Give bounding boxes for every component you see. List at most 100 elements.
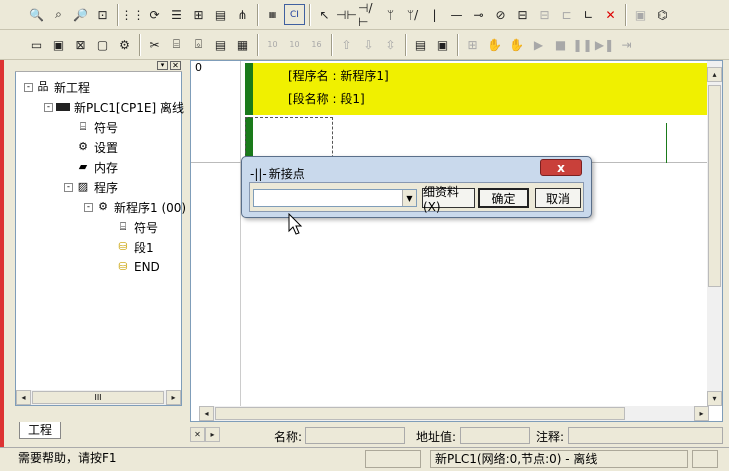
scroll-thumb[interactable]: III <box>32 391 164 404</box>
cancel-button[interactable]: 取消 <box>535 188 581 208</box>
ladder-editor[interactable]: 0 [程序名 : 新程序1] [段名称 : 段1] ▴ ▾ ◂ ▸ <box>190 60 723 422</box>
delete-line-icon[interactable]: ✕ <box>600 4 621 25</box>
toolbar-separator <box>117 3 119 26</box>
tab-project[interactable]: 工程 <box>19 422 62 439</box>
lr-icon[interactable]: ⊟ <box>534 4 555 25</box>
window-icon[interactable]: ▭ <box>26 34 47 55</box>
collapse-info-icon[interactable]: ✕ <box>190 427 205 442</box>
collapse-icon[interactable]: - <box>84 202 93 212</box>
program-check-icon[interactable]: ▣ <box>432 34 453 55</box>
settings-icon: ⚙ <box>78 140 88 153</box>
vscroll-thumb[interactable] <box>708 85 721 287</box>
collapse-icon[interactable]: - <box>44 102 53 112</box>
settings-icon[interactable]: ⚙ <box>114 34 135 55</box>
scroll-right-icon[interactable]: ▸ <box>694 406 709 421</box>
tree-node-program1[interactable]: - ⚙ 新程序1 (00) <box>84 198 186 216</box>
contact-address-combobox[interactable]: ▼ <box>253 189 417 207</box>
scroll-left-icon[interactable]: ◂ <box>199 406 214 421</box>
symbol-icon[interactable]: ⌸ <box>166 34 187 55</box>
tree-node-prog-symbols[interactable]: ⌸ 符号 <box>116 218 158 236</box>
no-contact-icon[interactable]: ⊣⊢ <box>336 4 357 25</box>
rr-icon[interactable]: ⊏ <box>556 4 577 25</box>
zoom-out-icon[interactable]: 🔎 <box>70 4 91 25</box>
or-nc-icon[interactable]: ᛘ/ <box>402 4 423 25</box>
name-label: 名称: <box>274 430 303 444</box>
pause-icon[interactable]: ❚❚ <box>572 34 593 55</box>
chevron-down-icon[interactable]: ▼ <box>402 190 416 206</box>
scroll-left-icon[interactable]: ◂ <box>16 390 31 405</box>
pointer-icon[interactable]: ↖ <box>314 4 335 25</box>
hscroll-thumb[interactable] <box>215 407 625 420</box>
or-contact-icon[interactable]: ᛘ <box>380 4 401 25</box>
vline-icon[interactable]: | <box>424 4 445 25</box>
tree-label: 程序 <box>94 180 119 195</box>
cross-ref-icon[interactable]: ⟳ <box>144 4 165 25</box>
coil-icon[interactable]: ⊸ <box>468 4 489 25</box>
tree-node-end[interactable]: ⛁ END <box>116 258 159 276</box>
editor-vscrollbar[interactable]: ▴ ▾ <box>707 61 722 406</box>
transfer-icon[interactable]: ⇳ <box>380 34 401 55</box>
tree-node-root[interactable]: - 品 新工程 <box>24 78 90 96</box>
mem-icon[interactable]: ▦ <box>262 4 283 25</box>
toolbar-separator <box>625 3 627 26</box>
num1-icon[interactable]: 10 <box>262 34 283 55</box>
collapse-icon[interactable]: - <box>24 82 33 92</box>
num3-icon[interactable]: 16 <box>306 34 327 55</box>
tree-hscrollbar[interactable]: ◂ III ▸ <box>16 390 181 405</box>
step2-icon[interactable]: ⇥ <box>616 34 637 55</box>
comment-field <box>568 427 723 444</box>
zoom-icon[interactable]: ⌕ <box>48 4 69 25</box>
collapse-icon[interactable]: - <box>64 182 73 192</box>
stop-icon[interactable]: ■ <box>550 34 571 55</box>
memory-icon[interactable]: ▦ <box>232 34 253 55</box>
tree-icon[interactable]: ⋔ <box>232 4 253 25</box>
toolbar-separator <box>139 33 141 56</box>
close-button[interactable]: x <box>540 159 582 176</box>
watch-icon[interactable]: ⊠ <box>70 34 91 55</box>
hline-icon[interactable]: — <box>446 4 467 25</box>
ladder-icon[interactable]: ▤ <box>210 4 231 25</box>
step-icon[interactable]: ▶❚ <box>594 34 615 55</box>
tree-node-symbols[interactable]: ⌸ 符号 <box>76 118 118 136</box>
compare-icon[interactable]: ⌬ <box>652 4 673 25</box>
compile-icon[interactable]: ▤ <box>410 34 431 55</box>
line-draw-icon[interactable]: ∟ <box>578 4 599 25</box>
cut-icon[interactable]: ✂ <box>144 34 165 55</box>
nc-contact-icon[interactable]: ⊣/⊢ <box>358 1 379 29</box>
tree-node-section1[interactable]: ⛁ 段1 <box>116 238 153 256</box>
instr-icon[interactable]: ⊟ <box>512 4 533 25</box>
sim-hand2-icon[interactable]: ✋ <box>506 34 527 55</box>
tree-node-programs[interactable]: - ▨ 程序 <box>64 178 118 196</box>
tree-node-memory[interactable]: ▰ 内存 <box>76 158 118 176</box>
zoom-in-icon[interactable]: 🔍 <box>26 4 47 25</box>
tree-node-plc[interactable]: - 新PLC1[CP1E] 离线 <box>44 98 184 116</box>
scroll-up-icon[interactable]: ▴ <box>707 67 722 82</box>
detail-button[interactable]: 细资料(X) <box>422 185 475 214</box>
ok-button[interactable]: 确定 <box>478 188 529 208</box>
output-icon[interactable]: ▢ <box>92 34 113 55</box>
scroll-right-icon[interactable]: ▸ <box>166 390 181 405</box>
transfer-up-icon[interactable]: ⇧ <box>336 34 357 55</box>
scroll-down-icon[interactable]: ▾ <box>707 391 722 406</box>
num2-icon[interactable]: 10 <box>284 34 305 55</box>
transfer-down-icon[interactable]: ⇩ <box>358 34 379 55</box>
sim-hand-icon[interactable]: ✋ <box>484 34 505 55</box>
sim-icon[interactable]: ⊞ <box>462 34 483 55</box>
editor-hscrollbar[interactable]: ◂ ▸ <box>199 406 709 421</box>
panel-dropdown-icon[interactable]: ▾ <box>157 61 168 70</box>
nc-coil-icon[interactable]: ⊘ <box>490 4 511 25</box>
panel-close-icon[interactable]: ✕ <box>170 61 181 70</box>
zoom-fit-icon[interactable]: ⊡ <box>92 4 113 25</box>
list-icon[interactable]: ☰ <box>166 4 187 25</box>
expand-info-icon[interactable]: ▸ <box>205 427 220 442</box>
online-icon[interactable]: ▣ <box>630 4 651 25</box>
play-icon[interactable]: ▶ <box>528 34 549 55</box>
network-icon[interactable]: ⊞ <box>188 4 209 25</box>
ci-icon[interactable]: CI <box>284 4 305 25</box>
table-icon[interactable]: ▤ <box>210 34 231 55</box>
section-icon[interactable]: ⌺ <box>188 34 209 55</box>
tree-node-settings[interactable]: ⚙ 设置 <box>76 138 118 156</box>
grid-icon[interactable]: ⋮⋮ <box>121 4 145 25</box>
properties-icon[interactable]: ▣ <box>48 34 69 55</box>
toolbar-separator <box>457 33 459 56</box>
